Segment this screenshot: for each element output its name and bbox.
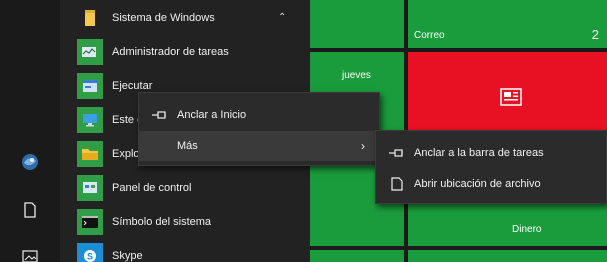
chevron-up-icon[interactable]: ⌃: [278, 12, 286, 23]
tile-bottom-left[interactable]: [310, 250, 404, 262]
this-pc-icon: [77, 107, 103, 133]
task-manager-icon: [77, 39, 103, 65]
tile-top-left[interactable]: [310, 0, 404, 48]
app-item-panel-control[interactable]: Panel de control: [60, 172, 310, 204]
user-avatar-icon[interactable]: [20, 152, 40, 172]
start-left-rail: [0, 0, 60, 262]
menu-item-label: Anclar a la barra de tareas: [414, 147, 544, 159]
tile-badge: 2: [591, 27, 599, 42]
menu-item-mas[interactable]: Más ›: [139, 131, 379, 161]
group-label: Sistema de Windows: [112, 12, 215, 24]
pin-icon: [388, 145, 406, 161]
app-label: Explo: [112, 148, 140, 160]
submenu: Anclar a la barra de tareas Abrir ubicac…: [375, 130, 607, 204]
skype-icon: S: [77, 243, 103, 262]
newspaper-icon: [500, 88, 522, 109]
pictures-icon[interactable]: [20, 246, 40, 262]
app-item-administrador[interactable]: Administrador de tareas: [60, 36, 310, 68]
app-label: Ejecutar: [112, 80, 153, 92]
tile-label: Dinero: [512, 224, 542, 235]
app-item-simbolo-sistema[interactable]: Símbolo del sistema: [60, 206, 310, 238]
tile-bottom-right[interactable]: [408, 250, 607, 262]
command-prompt-icon: [77, 209, 103, 235]
app-label: Panel de control: [112, 182, 192, 194]
tile-label: Correo: [414, 30, 445, 41]
file-explorer-icon: [77, 141, 103, 167]
document-icon: [388, 176, 406, 192]
pin-icon: [151, 107, 169, 123]
menu-item-label: Más: [177, 140, 198, 152]
tile-correo[interactable]: Correo 2: [408, 0, 607, 48]
menu-item-abrir-ubicacion[interactable]: Abrir ubicación de archivo: [376, 169, 606, 199]
menu-item-anclar-inicio[interactable]: Anclar a Inicio: [139, 100, 379, 130]
app-label: Administrador de tareas: [112, 46, 229, 58]
menu-item-anclar-barra[interactable]: Anclar a la barra de tareas: [376, 138, 606, 168]
menu-item-label: Abrir ubicación de archivo: [414, 178, 541, 190]
menu-item-label: Anclar a Inicio: [177, 109, 247, 121]
app-label: Símbolo del sistema: [112, 216, 212, 228]
group-header-sistema-windows[interactable]: Sistema de Windows ⌃: [60, 0, 310, 36]
app-item-skype[interactable]: S Skype: [60, 240, 310, 262]
documents-icon[interactable]: [20, 200, 40, 220]
svg-text:S: S: [87, 252, 93, 262]
folder-icon: [77, 5, 103, 31]
app-label: Skype: [112, 250, 143, 262]
context-menu: Anclar a Inicio Más ›: [138, 92, 380, 166]
chevron-right-icon: ›: [361, 139, 365, 153]
control-panel-icon: [77, 175, 103, 201]
run-icon: [77, 73, 103, 99]
tile-label: jueves: [342, 70, 371, 81]
